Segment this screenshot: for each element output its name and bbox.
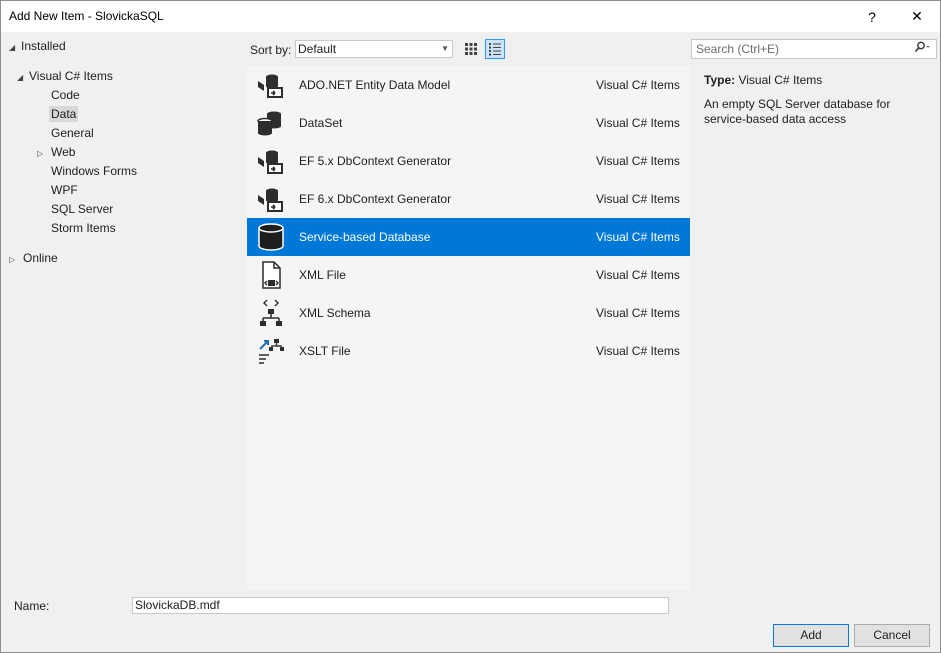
item-category: Visual C# Items [596, 306, 680, 320]
chevron-down-icon: ▼ [441, 44, 449, 53]
name-field-value: SlovickaDB.mdf [135, 598, 220, 612]
tree-node-web[interactable]: ▷ Web [37, 143, 75, 162]
cancel-button-label: Cancel [873, 628, 911, 642]
tree-node-visual-cs-items[interactable]: ◢ Visual C# Items [17, 67, 113, 86]
tree-node-storm-items[interactable]: Storm Items [51, 219, 116, 238]
small-icons-view-button[interactable] [461, 39, 481, 59]
dataset-icon [255, 107, 287, 139]
window-title: Add New Item - SlovickaSQL [9, 9, 164, 23]
tree-node-data[interactable]: Data [49, 105, 79, 124]
title-bar: Add New Item - SlovickaSQL ? ✕ [1, 1, 940, 32]
tree-node-windows-forms[interactable]: Windows Forms [51, 162, 137, 181]
search-placeholder: Search (Ctrl+E) [696, 42, 780, 56]
list-view-button[interactable] [485, 39, 505, 59]
tree-node-code[interactable]: Code [51, 86, 80, 105]
grid-view-icon [465, 43, 477, 55]
item-name: XSLT File [299, 344, 351, 358]
item-name: XML File [299, 268, 346, 282]
item-category: Visual C# Items [596, 192, 680, 206]
template-list: ADO.NET Entity Data Model Visual C# Item… [247, 66, 690, 590]
add-button-label: Add [800, 628, 822, 642]
ef-generator-icon [255, 145, 287, 177]
name-label: Name: [14, 599, 50, 613]
list-item[interactable]: XML Schema Visual C# Items [247, 294, 690, 332]
database-icon [255, 221, 287, 253]
type-value: Visual C# Items [738, 73, 823, 87]
item-name: EF 5.x DbContext Generator [299, 154, 452, 168]
list-item[interactable]: EF 5.x DbContext Generator Visual C# Ite… [247, 142, 690, 180]
search-input[interactable]: Search (Ctrl+E) [691, 39, 937, 59]
list-item[interactable]: DataSet Visual C# Items [247, 104, 690, 142]
item-name: ADO.NET Entity Data Model [299, 78, 451, 92]
item-name: XML Schema [299, 306, 371, 320]
entity-model-icon [255, 69, 287, 101]
item-category: Visual C# Items [596, 344, 680, 358]
item-description: An empty SQL Server database for service… [704, 97, 891, 126]
item-category: Visual C# Items [596, 154, 680, 168]
item-category: Visual C# Items [596, 268, 680, 282]
item-name: Service-based Database [299, 230, 431, 244]
item-name: DataSet [299, 116, 343, 130]
xml-file-icon [255, 259, 287, 291]
add-button[interactable]: Add [773, 624, 849, 647]
type-line: Type: Visual C# Items [704, 73, 934, 87]
item-name: EF 6.x DbContext Generator [299, 192, 452, 206]
sort-by-value: Default [298, 42, 337, 56]
search-icon[interactable] [914, 41, 932, 59]
add-new-item-dialog: Add New Item - SlovickaSQL ? ✕ ◢ Installe… [0, 0, 941, 653]
tree-node-wpf[interactable]: WPF [51, 181, 78, 200]
list-item[interactable]: EF 6.x DbContext Generator Visual C# Ite… [247, 180, 690, 218]
xml-schema-icon [255, 297, 287, 329]
sort-by-label: Sort by: [250, 43, 292, 57]
cancel-button[interactable]: Cancel [854, 624, 930, 647]
close-button[interactable]: ✕ [894, 1, 940, 32]
list-item[interactable]: ADO.NET Entity Data Model Visual C# Item… [247, 66, 690, 104]
template-tree: ◢ Installed ◢ Visual C# Items Code Data Ge… [1, 32, 246, 590]
tree-node-online[interactable]: ▷ Online [9, 249, 58, 268]
details-pane: Type: Visual C# Items An empty SQL Serve… [704, 73, 934, 127]
help-button[interactable]: ? [849, 1, 895, 32]
name-field[interactable]: SlovickaDB.mdf [132, 597, 669, 614]
list-item[interactable]: XML File Visual C# Items [247, 256, 690, 294]
collapsed-arrow-icon[interactable]: ▷ [9, 250, 23, 269]
list-item[interactable]: XSLT File Visual C# Items [247, 332, 690, 370]
tree-node-general[interactable]: General [51, 124, 94, 143]
tree-node-installed[interactable]: ◢ Installed [9, 37, 66, 56]
tree-node-sql-server[interactable]: SQL Server [51, 200, 113, 219]
list-view-icon [489, 43, 501, 56]
type-key: Type: [704, 73, 736, 87]
ef-generator-icon [255, 183, 287, 215]
list-item-selected[interactable]: Service-based Database Visual C# Items [247, 218, 690, 256]
item-category: Visual C# Items [596, 230, 680, 244]
collapsed-arrow-icon[interactable]: ▷ [37, 144, 51, 163]
expanded-arrow-icon[interactable]: ◢ [17, 68, 29, 87]
item-category: Visual C# Items [596, 116, 680, 130]
sort-by-select[interactable]: Default ▼ [295, 40, 453, 58]
expanded-arrow-icon[interactable]: ◢ [9, 38, 21, 57]
item-category: Visual C# Items [596, 78, 680, 92]
xslt-file-icon [255, 335, 287, 367]
